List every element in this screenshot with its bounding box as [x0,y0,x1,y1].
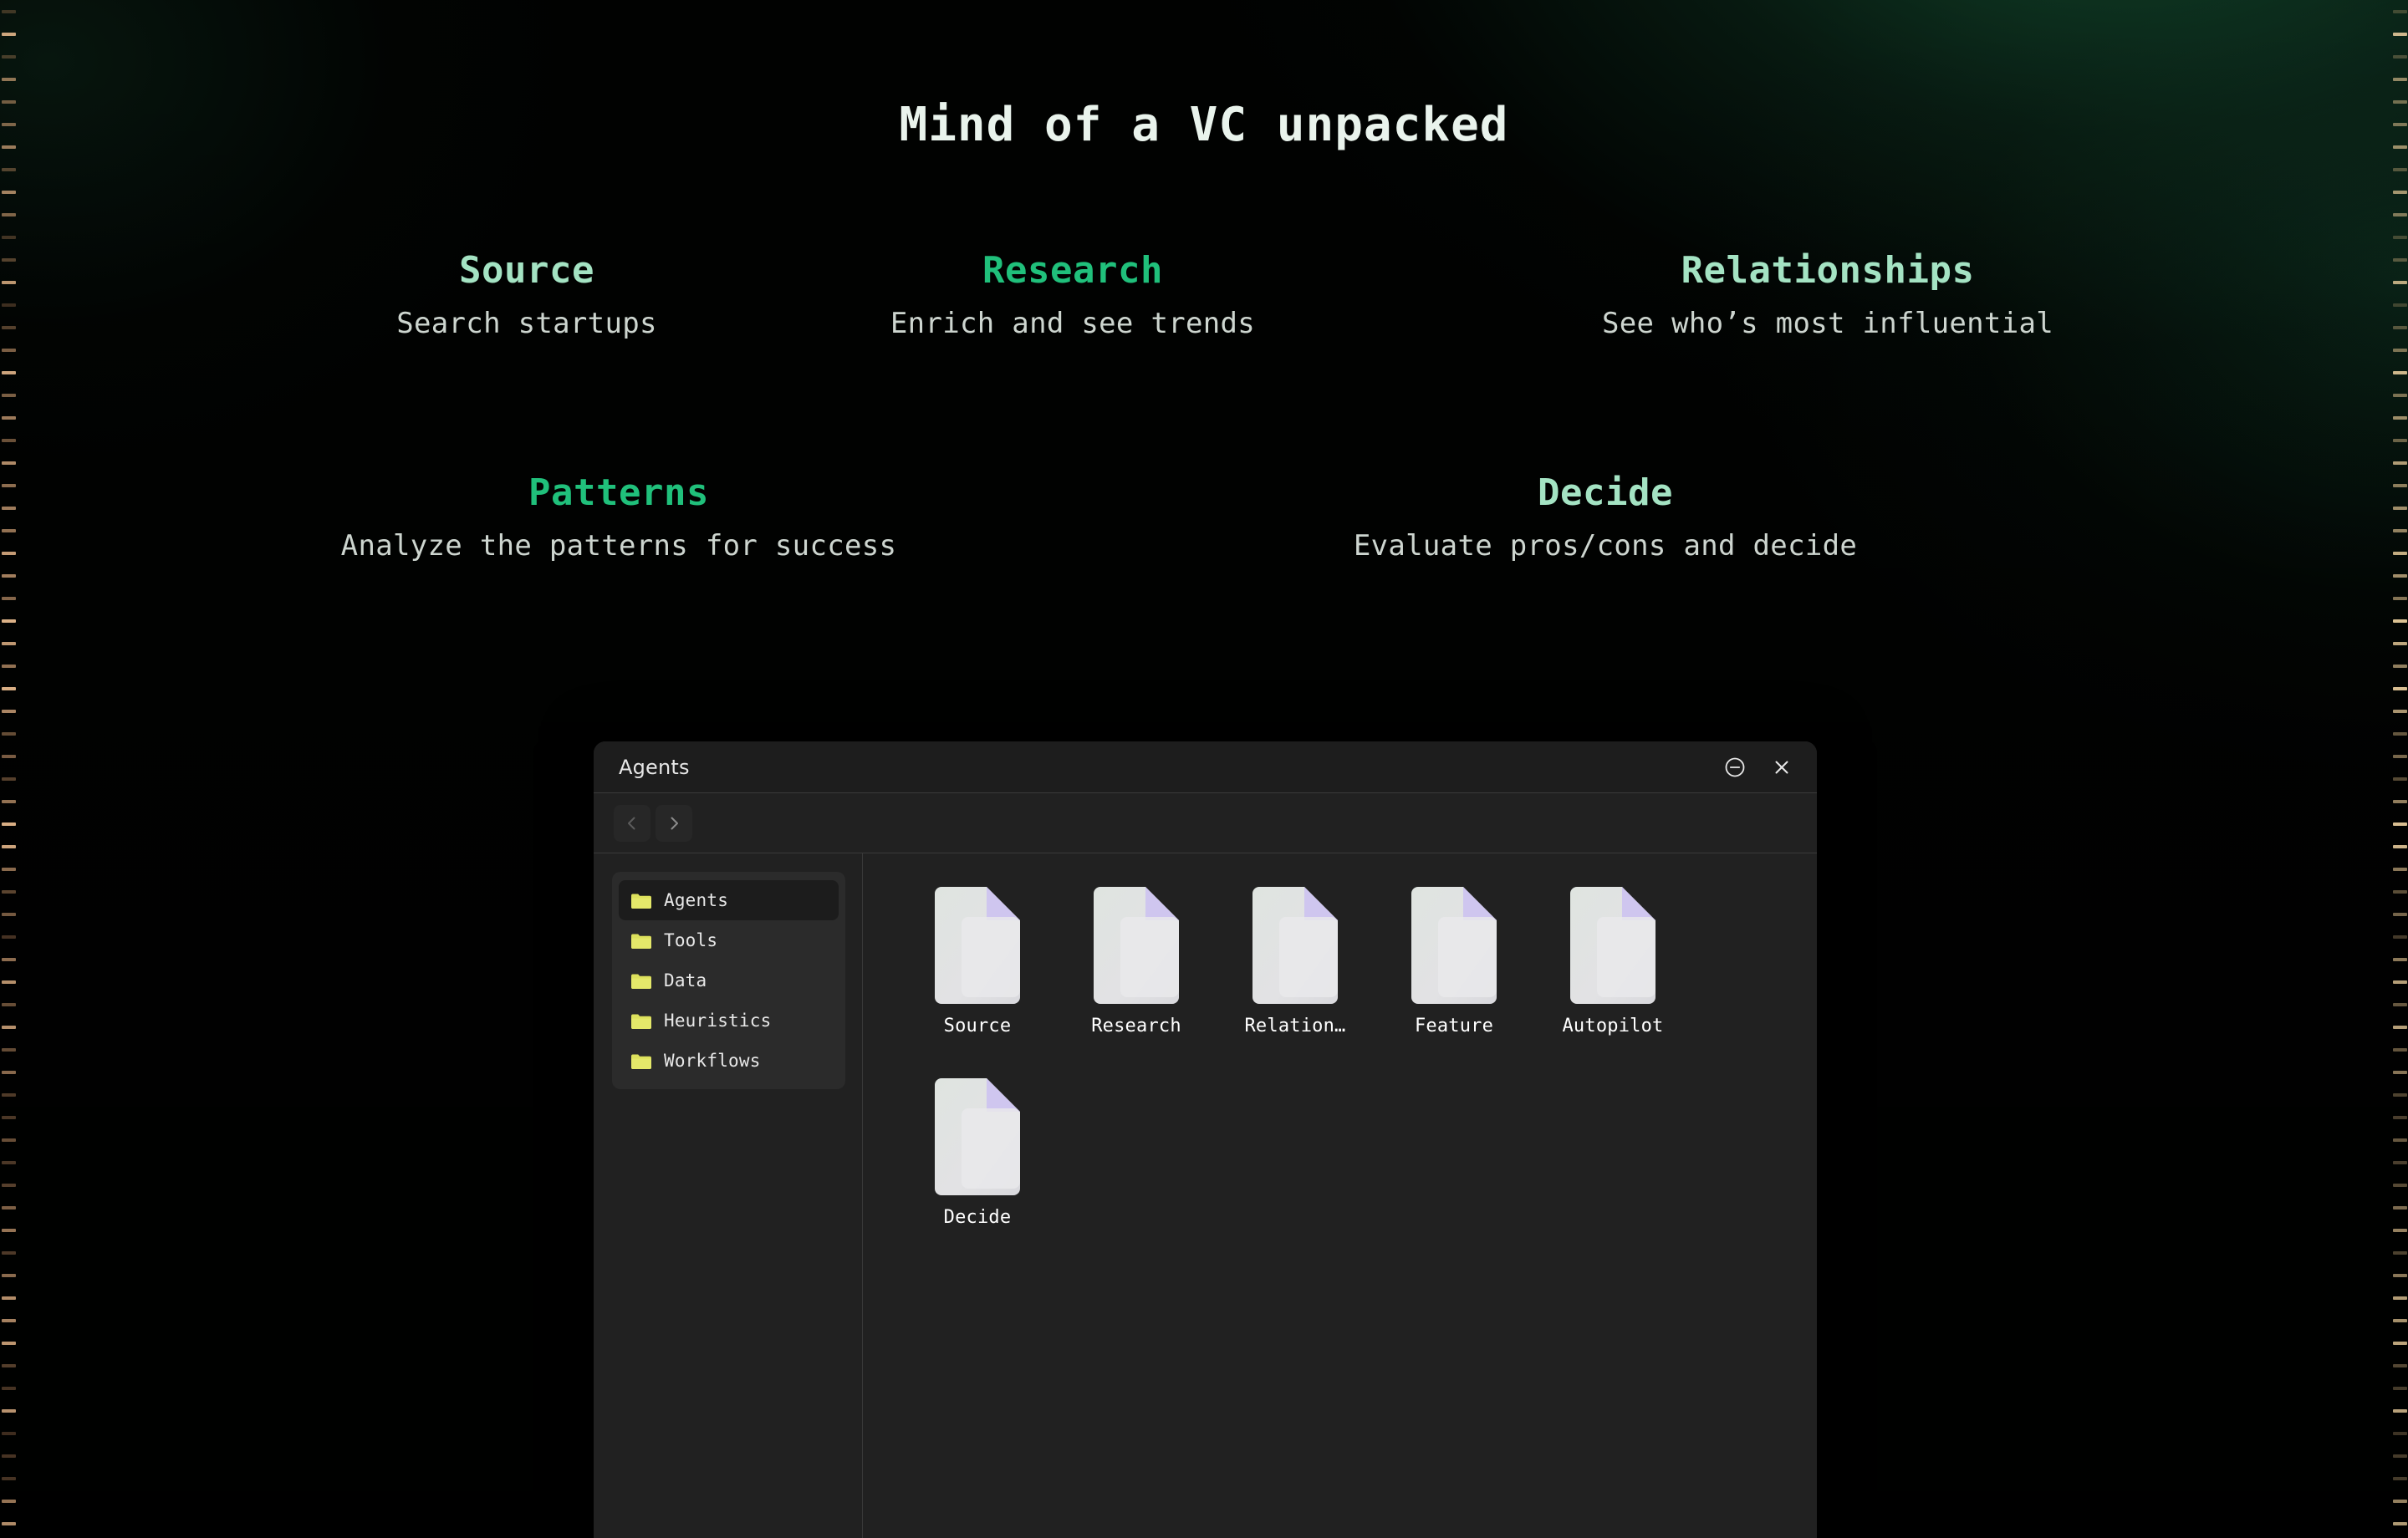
capability-decide: Decide Evaluate pros/cons and decide [1171,473,2040,563]
capability-research: Research Enrich and see trends [822,251,1324,340]
file-item[interactable]: Autopilot [1533,875,1692,1036]
sidebar-item-data[interactable]: Data [619,960,839,1001]
file-item[interactable]: Feature [1375,875,1533,1036]
file-item[interactable]: Relation… [1216,875,1375,1036]
window-toolbar [594,793,1817,853]
window-title: Agents [619,756,690,779]
capability-source: Source Search startups [192,251,861,340]
window-body: Agents Tools [594,853,1817,1538]
chevron-right-icon [665,814,683,833]
window-titlebar: Agents [594,741,1817,793]
sidebar-item-label: Tools [664,930,717,950]
file-item[interactable]: Research [1057,875,1216,1036]
sidebar-item-agents[interactable]: Agents [619,880,839,920]
file-item[interactable]: Source [898,875,1057,1036]
file-label: Autopilot [1562,1016,1663,1036]
capability-description: Search startups [192,308,861,340]
sidebar-item-label: Agents [664,890,728,910]
folder-icon [630,1052,652,1070]
capability-heading: Relationships [1451,251,2204,291]
folder-icon [630,892,652,909]
capability-patterns: Patterns Analyze the patterns for succes… [176,473,1062,563]
sidebar-item-label: Data [664,970,707,991]
capability-description: Evaluate pros/cons and decide [1171,530,2040,563]
document-icon [928,1077,1027,1195]
sidebar-item-label: Workflows [664,1051,761,1071]
capability-relationships: Relationships See who’s most influential [1451,251,2204,340]
chevron-left-icon [623,814,641,833]
sidebar-item-heuristics[interactable]: Heuristics [619,1001,839,1041]
document-icon [1246,885,1344,1004]
document-icon [1405,885,1503,1004]
forward-button[interactable] [656,805,692,842]
capability-description: Analyze the patterns for success [176,530,1062,563]
capability-description: See who’s most influential [1451,308,2204,340]
file-label: Feature [1415,1016,1493,1036]
minimize-button[interactable] [1718,751,1752,784]
sidebar-item-label: Heuristics [664,1011,771,1031]
file-label: Decide [944,1207,1012,1228]
document-icon [1564,885,1662,1004]
folder-icon [630,1012,652,1030]
file-item[interactable]: Decide [898,1067,1057,1228]
sidebar-item-tools[interactable]: Tools [619,920,839,960]
capability-description: Enrich and see trends [822,308,1324,340]
back-button[interactable] [614,805,650,842]
capability-heading: Decide [1171,473,2040,513]
file-label: Research [1091,1016,1181,1036]
capability-heading: Source [192,251,861,291]
file-label: Source [944,1016,1012,1036]
sidebar: Agents Tools [594,853,863,1538]
folder-icon [630,972,652,990]
window-controls [1718,751,1798,784]
document-icon [1087,885,1186,1004]
capability-heading: Patterns [176,473,1062,513]
file-grid: Source Research Relation… Feature Autopilot D… [863,853,1817,1538]
file-label: Relation… [1244,1016,1345,1036]
document-icon [928,885,1027,1004]
page-title: Mind of a VC unpacked [0,98,2408,152]
close-button[interactable] [1765,751,1798,784]
sidebar-panel: Agents Tools [612,872,845,1089]
agents-file-explorer-window: Agents [594,741,1817,1538]
capability-heading: Research [822,251,1324,291]
circle-minus-icon [1724,756,1746,778]
close-icon [1771,756,1793,778]
folder-icon [630,932,652,950]
sidebar-item-workflows[interactable]: Workflows [619,1041,839,1081]
